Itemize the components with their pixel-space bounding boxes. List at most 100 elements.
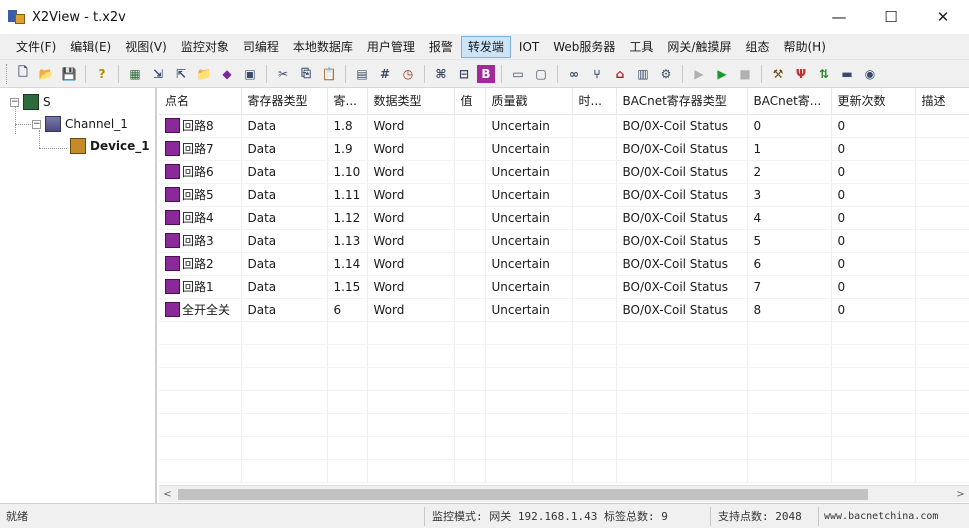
table-row[interactable]: 全开全关 Data 6 Word Uncertain BO/0X-Coil Status 8…: [159, 298, 969, 322]
column-header[interactable]: 点名: [159, 88, 242, 115]
horizontal-scrollbar[interactable]: < >: [159, 485, 969, 502]
empty-cell: [747, 459, 832, 483]
table-row[interactable]: 回路7 Data 1.9 Word Uncertain BO/0X-Coil Status…: [159, 137, 969, 161]
column-header[interactable]: 数据类型: [367, 88, 455, 115]
table-row[interactable]: 回路4 Data 1.12 Word Uncertain BO/0X-Coil Statu…: [159, 206, 969, 230]
open-folder-icon[interactable]: 📂: [36, 64, 56, 84]
tree-node-label: Channel_1: [65, 117, 128, 131]
bold-b-icon[interactable]: B: [477, 64, 495, 83]
column-header[interactable]: 寄...: [327, 88, 368, 115]
channel-icon: [45, 116, 61, 132]
menu-item[interactable]: 司编程: [237, 36, 285, 58]
menu-item[interactable]: 转发端: [460, 35, 511, 58]
menu-item[interactable]: 用户管理: [361, 36, 421, 58]
table-row[interactable]: 回路2 Data 1.14 Word Uncertain BO/0X-Coil Statu…: [159, 252, 969, 276]
menu-item[interactable]: 监控对象: [175, 36, 235, 58]
menu-item[interactable]: 组态: [739, 36, 775, 58]
menu-item[interactable]: Web服务器: [547, 36, 621, 58]
terminal-icon[interactable]: ▬: [837, 64, 857, 84]
table-row[interactable]: 回路1 Data 1.15 Word Uncertain BO/0X-Coil Statu…: [159, 275, 969, 299]
image-icon[interactable]: ▣: [240, 64, 260, 84]
menu-item[interactable]: 文件(F): [10, 36, 62, 58]
table-row[interactable]: 回路8 Data 1.8 Word Uncertain BO/0X-Coil Status…: [159, 114, 969, 138]
menu-item[interactable]: 工具: [623, 36, 659, 58]
table-cell: 0: [831, 206, 916, 230]
save-icon[interactable]: 💾: [59, 64, 79, 84]
toolbar-separator: [682, 64, 683, 83]
tag-icon[interactable]: ⌘: [431, 64, 451, 84]
clock-icon[interactable]: ◷: [398, 64, 418, 84]
empty-cell: [915, 413, 969, 437]
menu-item[interactable]: 本地数据库: [287, 36, 359, 58]
monitor-icon[interactable]: ▢: [531, 64, 551, 84]
tree-node-channel[interactable]: − Channel_1: [32, 114, 128, 134]
toolbar-grip[interactable]: [6, 63, 9, 84]
empty-cell: [485, 390, 573, 414]
window-icon[interactable]: ▭: [508, 64, 528, 84]
collapse-toggle-icon[interactable]: −: [32, 119, 41, 129]
copy-icon[interactable]: ⎘: [296, 64, 316, 84]
tag-table-pane[interactable]: 点名 寄存器类型 寄... 数据类型值质量戳 时... BACnet寄存器类型 BACnet…: [159, 88, 969, 485]
paste-icon[interactable]: 📋: [319, 64, 339, 84]
globe-icon[interactable]: ◉: [860, 64, 880, 84]
column-header[interactable]: 值: [454, 88, 486, 115]
device-icon[interactable]: ▥: [633, 64, 653, 84]
menu-item[interactable]: 报警: [423, 36, 459, 58]
collapse-toggle-icon[interactable]: −: [10, 97, 19, 107]
folder-add-icon[interactable]: 📁: [194, 64, 214, 84]
table-cell: [454, 252, 486, 276]
plugin-icon[interactable]: Ψ: [791, 64, 811, 84]
table-cell: 2: [747, 160, 832, 184]
column-header[interactable]: 质量戳: [485, 88, 573, 115]
export-icon[interactable]: ⇱: [171, 64, 191, 84]
tools-icon[interactable]: ⚒: [768, 64, 788, 84]
empty-cell: [747, 436, 832, 460]
toolbar-separator: [761, 64, 762, 83]
maximize-button[interactable]: ☐: [865, 0, 917, 34]
minimize-button[interactable]: —: [813, 0, 865, 34]
link-icon[interactable]: ∞: [564, 64, 584, 84]
empty-cell: [915, 436, 969, 460]
cube-icon[interactable]: ◆: [217, 64, 237, 84]
network-icon[interactable]: ⇅: [814, 64, 834, 84]
column-header[interactable]: BACnet寄存器类型: [616, 88, 748, 115]
table-cell: [454, 275, 486, 299]
menu-item[interactable]: 编辑(E): [64, 36, 117, 58]
scroll-right-arrow-icon[interactable]: >: [952, 486, 969, 503]
chart-icon[interactable]: ▤: [352, 64, 372, 84]
table-row[interactable]: 回路5 Data 1.11 Word Uncertain BO/0X-Coil Statu…: [159, 183, 969, 207]
table-row[interactable]: 回路3 Data 1.13 Word Uncertain BO/0X-Coil Statu…: [159, 229, 969, 253]
column-header[interactable]: 更新次数: [831, 88, 916, 115]
column-header[interactable]: 描述: [915, 88, 969, 115]
stop-icon[interactable]: ■: [735, 64, 755, 84]
gear-icon[interactable]: ⚙: [656, 64, 676, 84]
play-disabled-icon[interactable]: ▶: [689, 64, 709, 84]
help-icon[interactable]: ?: [92, 64, 112, 84]
column-header[interactable]: 寄存器类型: [241, 88, 328, 115]
cut-icon[interactable]: ✂: [273, 64, 293, 84]
empty-cell: [327, 344, 368, 368]
project-tree[interactable]: − S − Channel_1 Device_1: [0, 88, 157, 503]
menu-item[interactable]: IOT: [513, 36, 545, 58]
table-row[interactable]: 回路6 Data 1.10 Word Uncertain BO/0X-Coil Statu…: [159, 160, 969, 184]
fork-icon[interactable]: ⑂: [587, 64, 607, 84]
menu-item[interactable]: 网关/触摸屏: [661, 36, 737, 58]
tree-node-root[interactable]: − S: [10, 92, 51, 112]
empty-cell: [367, 321, 455, 345]
column-header[interactable]: 时...: [572, 88, 617, 115]
tag-icon: [165, 233, 180, 248]
import-icon[interactable]: ⇲: [148, 64, 168, 84]
new-file-icon[interactable]: 🗋: [13, 64, 33, 84]
grid-icon[interactable]: #: [375, 64, 395, 84]
run-icon[interactable]: ▶: [712, 64, 732, 84]
scroll-left-arrow-icon[interactable]: <: [159, 486, 176, 503]
tree-node-device[interactable]: Device_1: [70, 136, 150, 156]
label-icon[interactable]: ⊟: [454, 64, 474, 84]
close-button[interactable]: ✕: [917, 0, 969, 34]
scrollbar-thumb[interactable]: [178, 489, 868, 500]
menu-item[interactable]: 帮助(H): [777, 36, 831, 58]
home-icon[interactable]: ⌂: [610, 64, 630, 84]
table-icon[interactable]: ▦: [125, 64, 145, 84]
column-header[interactable]: BACnet寄...: [747, 88, 832, 115]
menu-item[interactable]: 视图(V): [119, 36, 173, 58]
